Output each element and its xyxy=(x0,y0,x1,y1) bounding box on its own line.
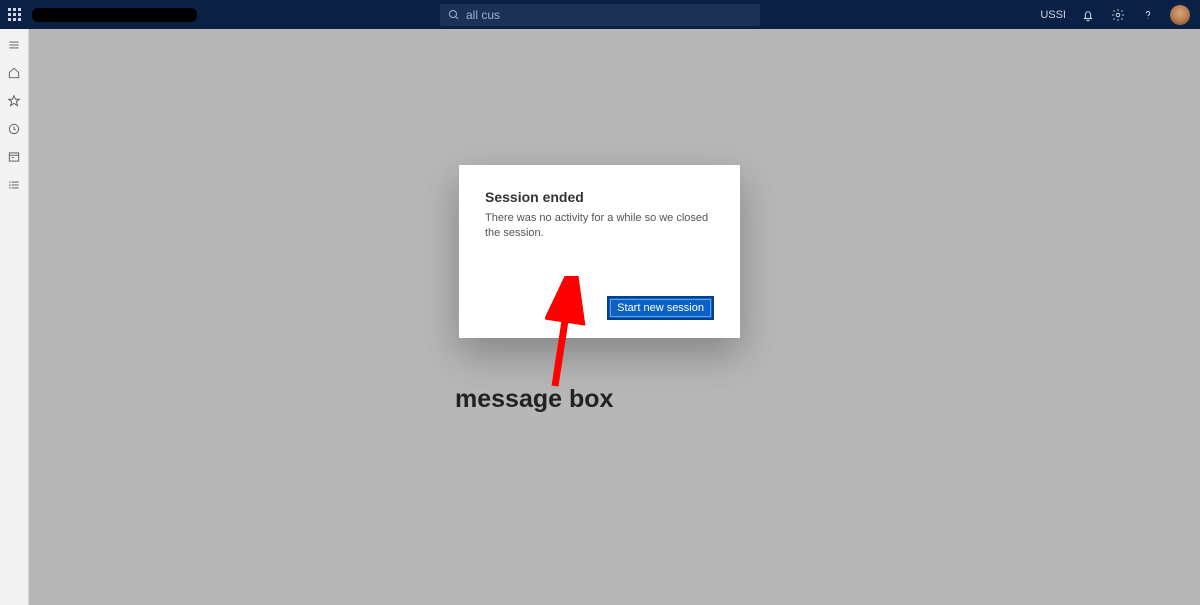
nav-home[interactable] xyxy=(6,65,22,81)
dialog-actions: Start new session xyxy=(485,296,714,320)
nav-recent[interactable] xyxy=(6,121,22,137)
search-icon xyxy=(448,9,460,21)
topbar-right-cluster: USSI xyxy=(1040,0,1196,29)
home-icon xyxy=(7,66,21,80)
global-search[interactable]: all cus xyxy=(440,4,760,26)
clock-icon xyxy=(7,122,21,136)
top-navbar: all cus USSI xyxy=(0,0,1200,29)
waffle-icon xyxy=(8,8,21,21)
dialog-title: Session ended xyxy=(485,189,714,205)
nav-workspaces[interactable] xyxy=(6,149,22,165)
search-text: all cus xyxy=(466,8,500,22)
redacted-brand xyxy=(32,8,197,22)
star-icon xyxy=(7,94,21,108)
app-launcher-button[interactable] xyxy=(0,0,29,29)
hamburger-icon xyxy=(7,38,21,52)
dialog-body: There was no activity for a while so we … xyxy=(485,211,714,242)
user-avatar[interactable] xyxy=(1170,5,1190,25)
session-ended-dialog: Session ended There was no activity for … xyxy=(459,165,740,338)
help-button[interactable] xyxy=(1140,7,1156,23)
start-new-session-button[interactable]: Start new session xyxy=(607,296,714,320)
company-label: USSI xyxy=(1040,9,1066,21)
bell-icon xyxy=(1081,8,1095,22)
help-icon xyxy=(1141,8,1155,22)
left-nav-rail xyxy=(0,29,29,605)
nav-expand-button[interactable] xyxy=(6,37,22,53)
nav-favorites[interactable] xyxy=(6,93,22,109)
settings-button[interactable] xyxy=(1110,7,1126,23)
notifications-button[interactable] xyxy=(1080,7,1096,23)
gear-icon xyxy=(1111,8,1125,22)
nav-modules[interactable] xyxy=(6,177,22,193)
list-icon xyxy=(7,178,21,192)
workspace-icon xyxy=(7,150,21,164)
